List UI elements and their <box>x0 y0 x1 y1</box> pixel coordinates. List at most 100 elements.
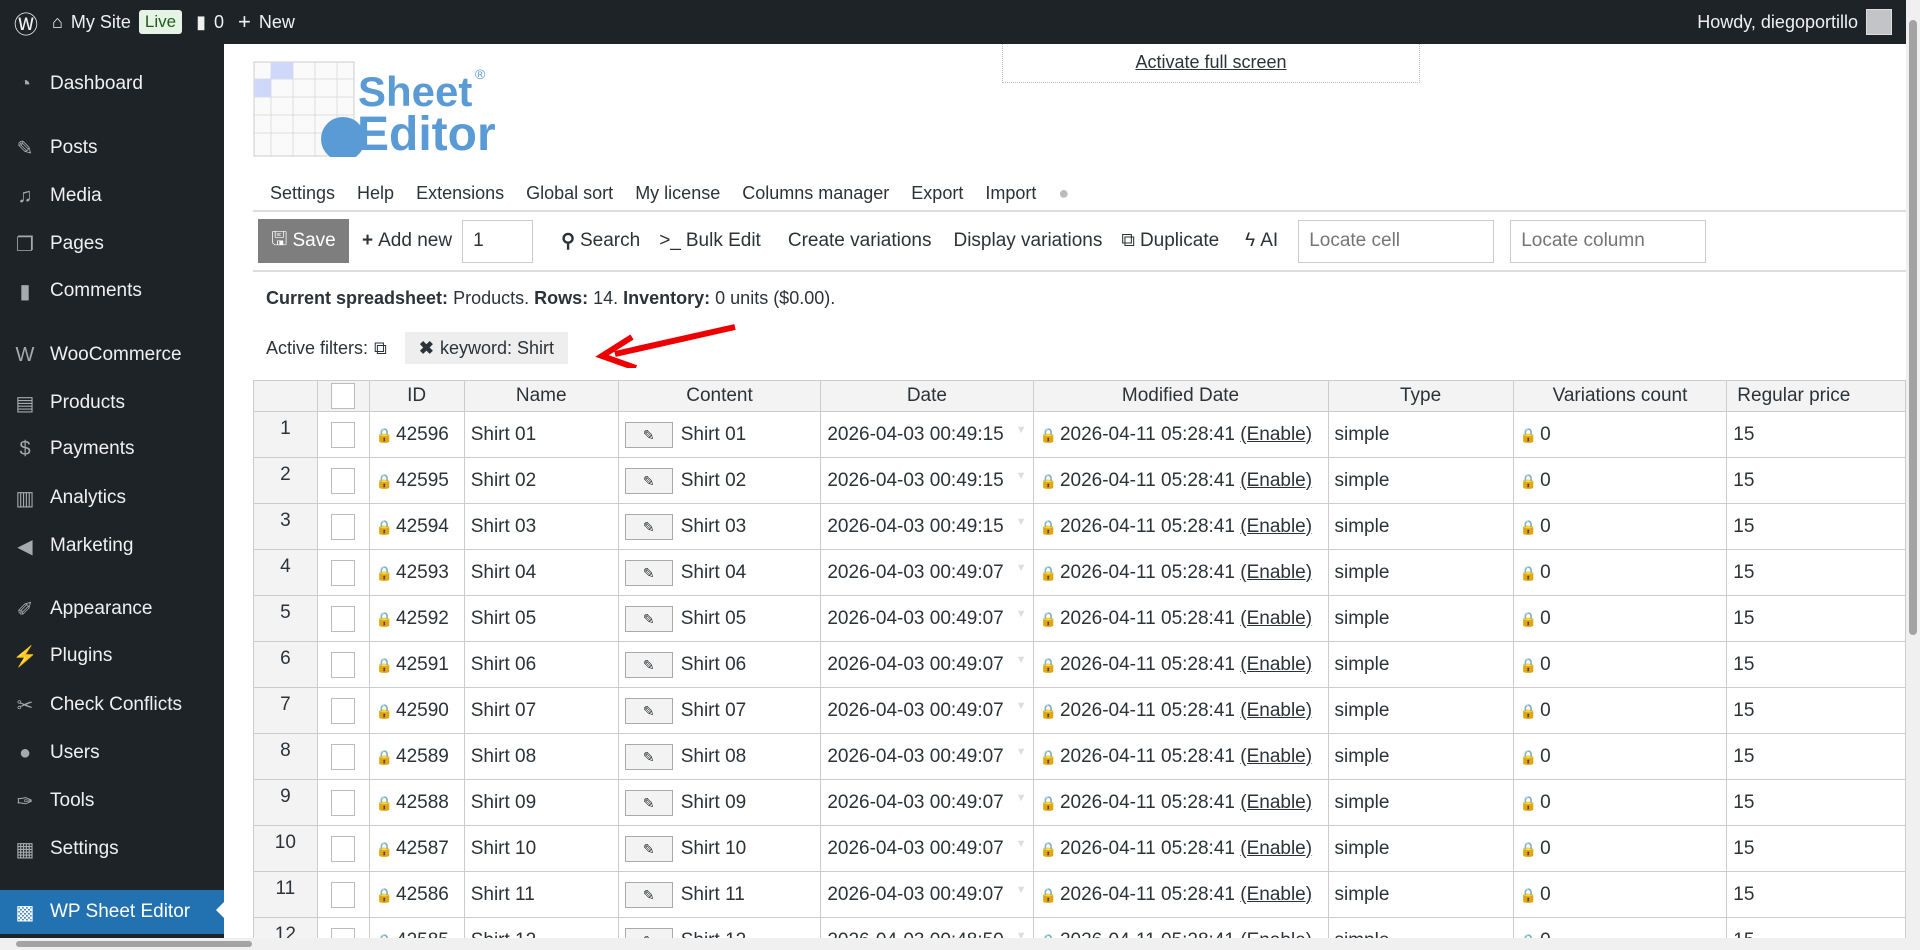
type-cell[interactable]: simple <box>1327 871 1514 918</box>
modified-date-cell[interactable]: 🔒2026-04-11 05:28:41 (Enable) <box>1032 871 1329 918</box>
scroll-thumb[interactable] <box>16 941 252 947</box>
edit-content-button[interactable]: ✎ <box>624 881 673 908</box>
edit-content-button[interactable]: ✎ <box>624 789 673 816</box>
horizontal-scrollbar[interactable] <box>0 938 1906 950</box>
edit-content-button[interactable]: ✎ <box>624 835 673 862</box>
modified-date-cell[interactable]: 🔒2026-04-11 05:28:41 (Enable) <box>1032 917 1329 938</box>
edit-content-button[interactable]: ✎ <box>624 651 673 678</box>
content-cell[interactable]: ✎ Shirt 12 <box>617 917 822 938</box>
sidebar-item[interactable]: W WooCommerce <box>0 335 224 375</box>
dropdown-arrow-icon[interactable]: ▼ <box>1016 838 1027 850</box>
column-header[interactable]: Name <box>463 380 619 412</box>
dropdown-arrow-icon[interactable]: ▼ <box>1016 562 1027 574</box>
id-cell[interactable]: 🔒 42594 <box>368 503 465 550</box>
type-cell[interactable]: simple <box>1327 917 1514 938</box>
create-variations-button[interactable]: Create variations <box>788 230 932 252</box>
menu-item[interactable]: Settings <box>270 183 335 204</box>
variations-count-cell[interactable]: 🔒0 <box>1512 825 1728 872</box>
wordpress-logo-icon[interactable]: Ⓦ <box>14 5 38 40</box>
variations-count-cell[interactable]: 🔒0 <box>1512 595 1728 642</box>
row-checkbox[interactable] <box>331 605 356 632</box>
sidebar-item[interactable]: ✐ Appearance <box>0 589 224 629</box>
modified-date-cell[interactable]: 🔒2026-04-11 05:28:41 (Enable) <box>1032 549 1329 596</box>
id-cell[interactable]: 🔒 42590 <box>368 687 465 734</box>
enable-link[interactable]: (Enable) <box>1240 424 1312 445</box>
dropdown-arrow-icon[interactable]: ▼ <box>1016 470 1027 482</box>
duplicate-button[interactable]: ⧉ Duplicate <box>1121 230 1219 252</box>
name-cell[interactable]: Shirt 02 <box>463 457 619 504</box>
date-cell[interactable]: 2026-04-03 00:49:07 ▼ <box>820 733 1034 780</box>
name-cell[interactable]: Shirt 11 <box>463 871 619 918</box>
remove-filter-icon[interactable]: ✖ <box>419 338 434 359</box>
row-checkbox[interactable] <box>331 421 356 448</box>
date-cell[interactable]: 2026-04-03 00:49:15 ▼ <box>820 503 1034 550</box>
sidebar-item[interactable]: ✎ Posts <box>0 128 224 168</box>
date-cell[interactable]: 2026-04-03 00:49:07 ▼ <box>820 549 1034 596</box>
user-menu[interactable]: Howdy, diegoportillo <box>1697 0 1892 44</box>
column-header[interactable]: Regular price <box>1726 380 1906 412</box>
content-cell[interactable]: ✎ Shirt 03 <box>617 503 822 550</box>
row-checkbox[interactable] <box>331 881 356 908</box>
name-cell[interactable]: Shirt 07 <box>463 687 619 734</box>
content-cell[interactable]: ✎ Shirt 08 <box>617 733 822 780</box>
date-cell[interactable]: 2026-04-03 00:49:15 ▼ <box>820 457 1034 504</box>
dropdown-arrow-icon[interactable]: ▼ <box>1016 516 1027 528</box>
variations-count-cell[interactable]: 🔒0 <box>1512 917 1728 938</box>
select-all-checkbox[interactable] <box>331 383 356 409</box>
enable-link[interactable]: (Enable) <box>1240 470 1312 491</box>
content-cell[interactable]: ✎ Shirt 07 <box>617 687 822 734</box>
variations-count-cell[interactable]: 🔒0 <box>1512 457 1728 504</box>
sidebar-item[interactable]: ▮ Comments <box>0 271 224 311</box>
id-cell[interactable]: 🔒 42593 <box>368 549 465 596</box>
modified-date-cell[interactable]: 🔒2026-04-11 05:28:41 (Enable) <box>1032 503 1329 550</box>
menu-item[interactable]: Help <box>357 183 394 204</box>
regular-price-cell[interactable]: 15 <box>1726 871 1906 918</box>
sidebar-item[interactable]: ▥ Analytics <box>0 478 224 518</box>
edit-content-button[interactable]: ✎ <box>624 743 673 770</box>
enable-link[interactable]: (Enable) <box>1240 746 1312 767</box>
enable-link[interactable]: (Enable) <box>1240 654 1312 675</box>
modified-date-cell[interactable]: 🔒2026-04-11 05:28:41 (Enable) <box>1032 733 1329 780</box>
name-cell[interactable]: Shirt 08 <box>463 733 619 780</box>
date-cell[interactable]: 2026-04-03 00:49:15 ▼ <box>820 411 1034 458</box>
type-cell[interactable]: simple <box>1327 825 1514 872</box>
variations-count-cell[interactable]: 🔒0 <box>1512 549 1728 596</box>
sidebar-item[interactable]: ✑ Tools <box>0 781 224 821</box>
regular-price-cell[interactable]: 15 <box>1726 641 1906 688</box>
content-cell[interactable]: ✎ Shirt 05 <box>617 595 822 642</box>
dropdown-arrow-icon[interactable]: ▼ <box>1016 700 1027 712</box>
regular-price-cell[interactable]: 15 <box>1726 825 1906 872</box>
enable-link[interactable]: (Enable) <box>1240 700 1312 721</box>
add-count-input[interactable] <box>462 219 534 263</box>
dropdown-arrow-icon[interactable]: ▼ <box>1016 792 1027 804</box>
row-checkbox[interactable] <box>331 835 356 862</box>
bulk-edit-button[interactable]: >_ Bulk Edit <box>659 230 761 252</box>
sidebar-item[interactable]: ▩ WP Sheet Editor <box>0 890 224 934</box>
content-cell[interactable]: ✎ Shirt 09 <box>617 779 822 826</box>
variations-count-cell[interactable]: 🔒0 <box>1512 733 1728 780</box>
type-cell[interactable]: simple <box>1327 457 1514 504</box>
modified-date-cell[interactable]: 🔒2026-04-11 05:28:41 (Enable) <box>1032 687 1329 734</box>
menu-item[interactable]: Extensions <box>416 183 504 204</box>
row-checkbox[interactable] <box>331 651 356 678</box>
id-cell[interactable]: 🔒 42596 <box>368 411 465 458</box>
comments-link[interactable]: ▮ 0 <box>196 12 224 33</box>
row-checkbox[interactable] <box>331 513 356 540</box>
add-new-button[interactable]: + Add new <box>362 230 452 252</box>
enable-link[interactable]: (Enable) <box>1240 792 1312 813</box>
search-button[interactable]: ⚲ Search <box>561 230 640 253</box>
column-header[interactable]: Content <box>617 380 822 412</box>
content-cell[interactable]: ✎ Shirt 04 <box>617 549 822 596</box>
name-cell[interactable]: Shirt 06 <box>463 641 619 688</box>
dropdown-arrow-icon[interactable]: ▼ <box>1016 654 1027 666</box>
modified-date-cell[interactable]: 🔒2026-04-11 05:28:41 (Enable) <box>1032 779 1329 826</box>
regular-price-cell[interactable]: 15 <box>1726 503 1906 550</box>
row-checkbox[interactable] <box>331 743 356 770</box>
row-checkbox[interactable] <box>331 697 356 724</box>
date-cell[interactable]: 2026-04-03 00:49:07 ▼ <box>820 595 1034 642</box>
modified-date-cell[interactable]: 🔒2026-04-11 05:28:41 (Enable) <box>1032 457 1329 504</box>
display-variations-button[interactable]: Display variations <box>953 230 1102 252</box>
content-cell[interactable]: ✎ Shirt 10 <box>617 825 822 872</box>
date-cell[interactable]: 2026-04-03 00:48:50 ▼ <box>820 917 1034 938</box>
copy-icon[interactable]: ⧉ <box>374 338 387 359</box>
